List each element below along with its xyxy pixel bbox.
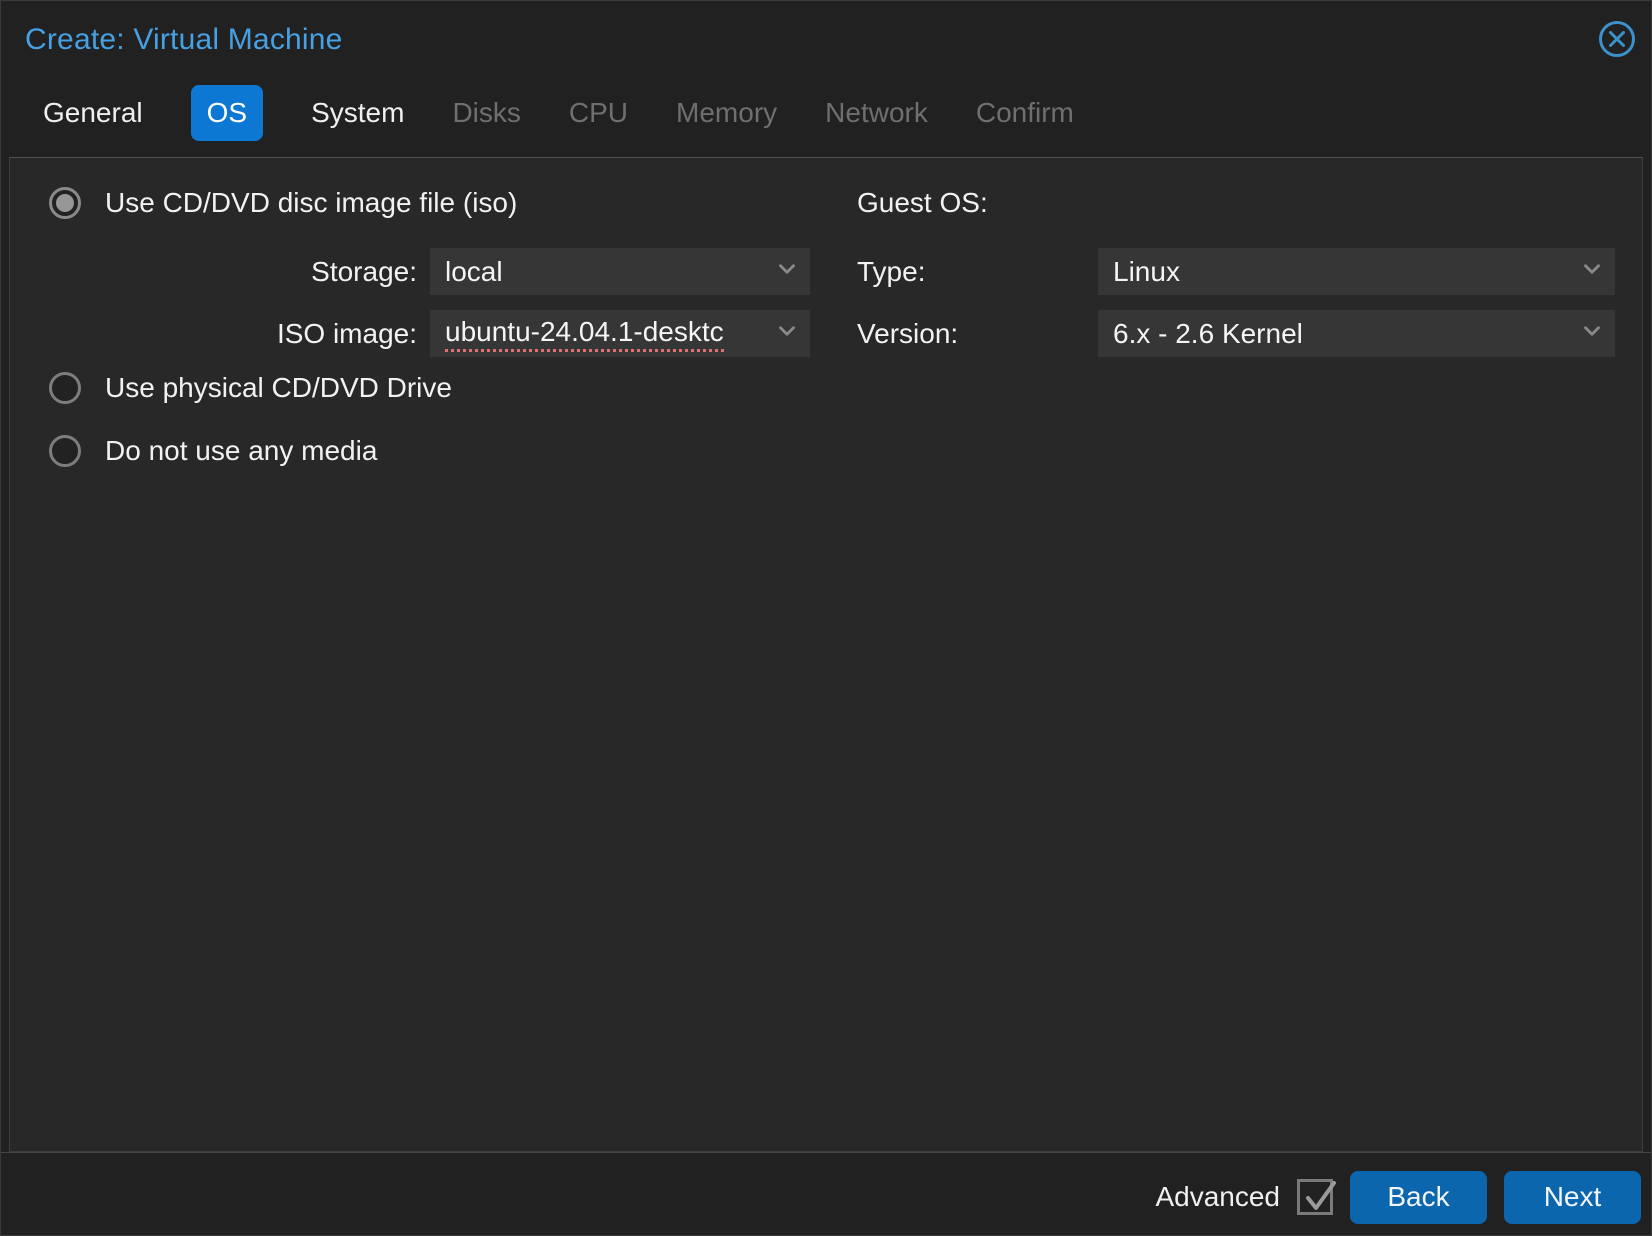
advanced-checkbox[interactable] (1297, 1179, 1336, 1215)
iso-image-select[interactable]: ubuntu-24.04.1-desktc (430, 310, 810, 357)
chevron-down-icon (1579, 318, 1605, 349)
tab-disks: Disks (452, 97, 521, 128)
tab-cpu: CPU (568, 97, 629, 128)
create-vm-dialog: Create: Virtual Machine General OS Syste… (0, 0, 1652, 1236)
os-type-select[interactable]: Linux (1098, 248, 1615, 295)
type-label: Type: (857, 256, 926, 287)
tab-memory: Memory (676, 97, 778, 128)
storage-select[interactable]: local (430, 248, 810, 295)
radio-use-iso[interactable] (49, 187, 81, 219)
storage-label: Storage: (311, 256, 417, 287)
radio-use-iso-label: Use CD/DVD disc image file (iso) (105, 187, 518, 218)
guest-os-heading: Guest OS: (857, 187, 988, 218)
os-tab-panel: Use CD/DVD disc image file (iso) Guest O… (9, 157, 1643, 1152)
wizard-tab-strip: General OS System Disks CPU Memory Netwo… (43, 85, 1631, 141)
tab-confirm: Confirm (975, 97, 1074, 128)
os-type-select-value: Linux (1113, 255, 1180, 287)
radio-row-iso[interactable]: Use CD/DVD disc image file (iso) (49, 186, 517, 220)
iso-image-label: ISO image: (276, 318, 417, 349)
radio-use-physical[interactable] (49, 372, 81, 404)
dialog-titlebar: Create: Virtual Machine (1, 1, 1651, 79)
chevron-down-icon (1579, 256, 1605, 287)
radio-use-physical-label: Use physical CD/DVD Drive (105, 372, 452, 403)
os-version-select[interactable]: 6.x - 2.6 Kernel (1098, 310, 1615, 357)
guest-os-heading-row: Guest OS: (857, 186, 988, 220)
radio-no-media[interactable] (49, 435, 81, 467)
back-button[interactable]: Back (1350, 1170, 1487, 1224)
dialog-footer: Advanced Back Next (1, 1152, 1651, 1235)
next-button[interactable]: Next (1504, 1170, 1641, 1224)
version-label: Version: (857, 318, 959, 349)
os-version-select-value: 6.x - 2.6 Kernel (1113, 317, 1303, 349)
chevron-down-icon (774, 318, 800, 349)
tab-os[interactable]: OS (190, 85, 264, 141)
close-button[interactable] (1596, 20, 1638, 62)
radio-row-no-media[interactable]: Do not use any media (49, 434, 377, 468)
advanced-label: Advanced (1155, 1181, 1280, 1212)
radio-row-physical[interactable]: Use physical CD/DVD Drive (49, 371, 452, 405)
close-icon (1598, 20, 1636, 63)
storage-select-value: local (445, 255, 503, 287)
tab-system[interactable]: System (311, 97, 404, 129)
radio-no-media-label: Do not use any media (105, 435, 378, 466)
dialog-title: Create: Virtual Machine (25, 23, 343, 56)
tab-network: Network (825, 97, 928, 128)
tab-general[interactable]: General (43, 97, 143, 129)
chevron-down-icon (774, 256, 800, 287)
iso-image-select-value: ubuntu-24.04.1-desktc (445, 316, 724, 352)
